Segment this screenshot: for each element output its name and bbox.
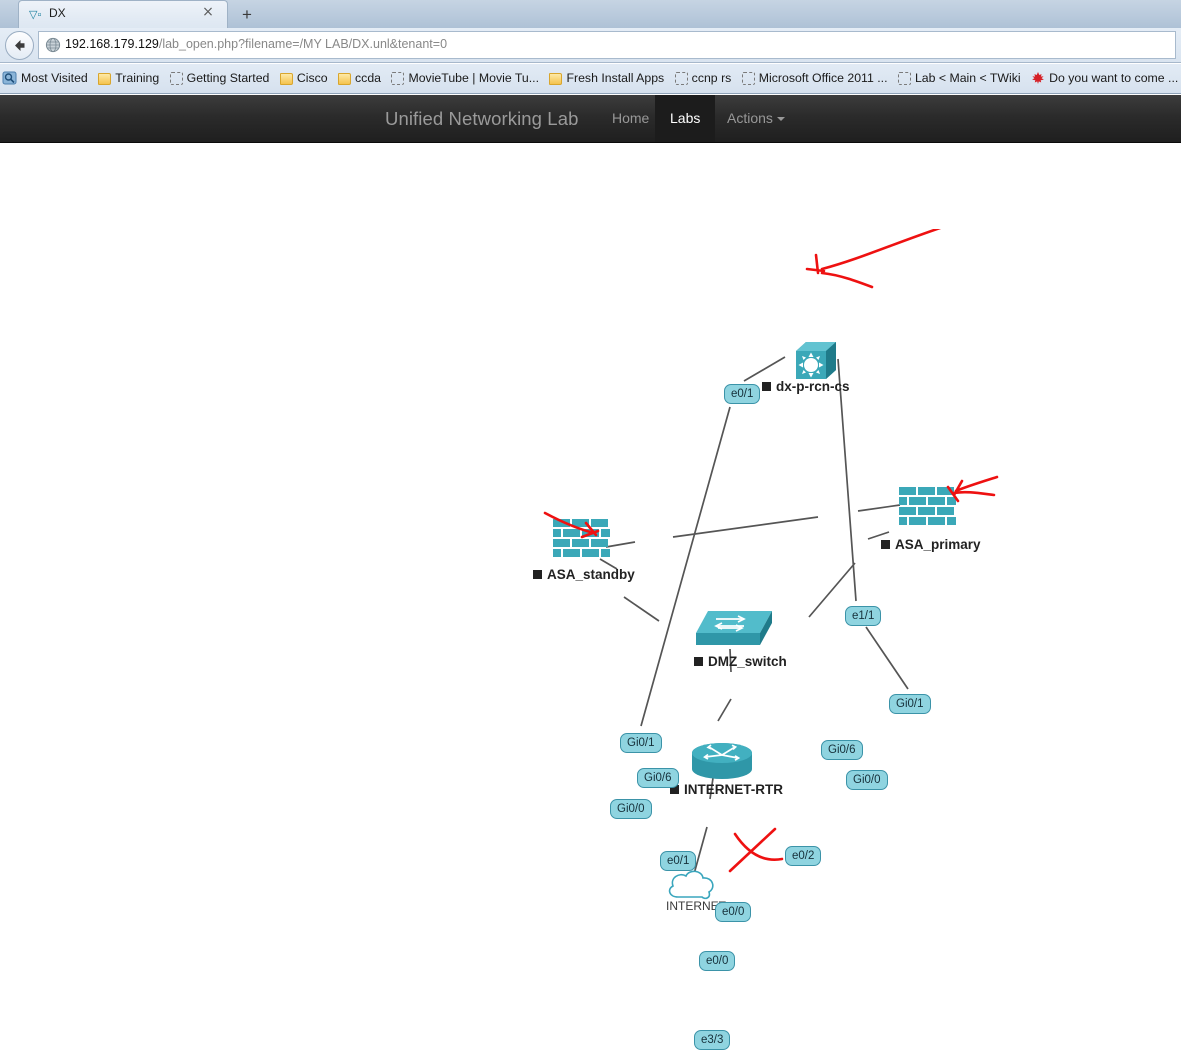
bookmark-label: Microsoft Office 2011 ... <box>758 71 888 85</box>
bookmarks-bar: Most Visited Training Getting Started Ci… <box>0 64 1181 94</box>
address-bar[interactable]: 192.168.179.129/lab_open.php?filename=/M… <box>38 31 1176 59</box>
maple-leaf-icon <box>1031 67 1045 84</box>
node-label-asa-primary: ASA_primary <box>881 537 981 552</box>
blank-page-icon <box>391 72 405 85</box>
node-asa-standby[interactable] <box>553 519 613 572</box>
interface-label[interactable]: e0/0 <box>699 951 736 971</box>
node-label-internet-rtr: INTERNET-RTR <box>670 782 783 797</box>
bookmark-movietube[interactable]: MovieTube | Movie Tu... <box>389 64 543 93</box>
close-icon[interactable]: × <box>201 5 215 19</box>
router-icon <box>692 743 752 779</box>
node-marker <box>881 540 890 549</box>
interface-label[interactable]: e0/2 <box>785 846 822 866</box>
blank-page-icon <box>674 72 688 85</box>
node-label-dmz-switch: DMZ_switch <box>694 654 787 669</box>
blank-page-icon <box>169 72 183 85</box>
switch-icon <box>696 611 772 645</box>
cloud-icon <box>668 870 714 900</box>
bookmark-most-visited[interactable]: Most Visited <box>0 64 92 93</box>
url-path: /lab_open.php?filename=/MY LAB/DX.unl&te… <box>158 37 448 51</box>
bookmark-training[interactable]: Training <box>96 64 163 93</box>
node-dmz-switch[interactable] <box>692 607 778 658</box>
topology-links <box>599 356 909 880</box>
firewall-icon <box>899 487 956 525</box>
interface-label[interactable]: Gi0/1 <box>620 733 662 753</box>
bookmark-cisco[interactable]: Cisco <box>278 64 332 93</box>
bookmark-label: Do you want to come ... <box>1049 71 1179 85</box>
firewall-icon <box>553 519 610 557</box>
bookmark-label: Most Visited <box>21 71 88 85</box>
bookmark-do-you-want-to-come[interactable]: Do you want to come ... <box>1029 64 1181 93</box>
browser-titlebar: ▽▫ DX × + <box>0 0 1181 28</box>
bookmark-lab-twiki[interactable]: Lab < Main < TWiki <box>896 64 1025 93</box>
interface-label[interactable]: Gi0/1 <box>889 694 931 714</box>
interface-label[interactable]: Gi0/6 <box>821 740 863 760</box>
url-host: 192.168.179.129 <box>65 37 159 51</box>
folder-icon <box>338 73 352 85</box>
globe-icon <box>45 37 61 53</box>
folder-icon <box>549 73 563 85</box>
topology-canvas[interactable]: dx-p-rcn-cs ASA_standby ASA_primary DMZ_… <box>0 229 1181 1050</box>
browser-tab[interactable]: ▽▫ DX × <box>18 0 228 28</box>
bookmark-label: Training <box>115 71 160 85</box>
bookmark-label: Lab < Main < TWiki <box>914 71 1021 85</box>
interface-label[interactable]: Gi0/6 <box>637 768 679 788</box>
node-marker <box>533 570 542 579</box>
nav-item-labs[interactable]: Labs <box>655 95 716 142</box>
bookmark-label: ccda <box>355 71 382 85</box>
bookmark-getting-started[interactable]: Getting Started <box>168 64 274 93</box>
bookmark-microsoft-office[interactable]: Microsoft Office 2011 ... <box>740 64 892 93</box>
interface-label[interactable]: Gi0/0 <box>846 770 888 790</box>
node-marker <box>762 382 771 391</box>
bookmark-label: ccnp rs <box>691 71 732 85</box>
interface-label[interactable]: Gi0/0 <box>610 799 652 819</box>
url-text: 192.168.179.129/lab_open.php?filename=/M… <box>65 37 447 51</box>
node-marker <box>694 657 703 666</box>
server-switch-icon <box>796 342 836 379</box>
node-label-dx-p-rcn-cs: dx-p-rcn-cs <box>762 379 850 394</box>
node-asa-primary[interactable] <box>899 487 959 540</box>
browser-chrome: ▽▫ DX × + 192.168.179.129/lab_open.php?f… <box>0 0 1181 95</box>
bookmark-ccnp-rs[interactable]: ccnp rs <box>673 64 736 93</box>
bookmark-ccda[interactable]: ccda <box>336 64 385 93</box>
interface-label[interactable]: e0/0 <box>715 902 752 922</box>
browser-tab-title: DX <box>49 6 66 20</box>
dx-favicon: ▽▫ <box>29 9 42 21</box>
browser-urlbar-row: 192.168.179.129/lab_open.php?filename=/M… <box>0 28 1181 63</box>
back-arrow-icon[interactable] <box>5 31 34 60</box>
bookmark-fresh-install-apps[interactable]: Fresh Install Apps <box>547 64 668 93</box>
chevron-down-icon <box>776 117 785 121</box>
bookmark-label: Getting Started <box>186 71 270 85</box>
bookmark-label: Cisco <box>296 71 328 85</box>
app-navbar: Unified Networking Lab Home Labs Actions <box>0 95 1181 143</box>
browser-tabstrip: ▽▫ DX × + <box>0 0 1181 28</box>
interface-label[interactable]: e3/3 <box>694 1030 731 1050</box>
blank-page-icon <box>741 72 755 85</box>
bookmark-label: Fresh Install Apps <box>566 71 665 85</box>
nav-item-actions[interactable]: Actions <box>712 95 800 142</box>
interface-label[interactable]: e1/1 <box>845 606 882 626</box>
node-label-asa-standby: ASA_standby <box>533 567 635 582</box>
blank-page-icon <box>897 72 911 85</box>
folder-icon <box>98 73 112 85</box>
interface-label[interactable]: e0/1 <box>724 384 761 404</box>
lab-tabstrip: Info Topology Objects Attachments <box>0 143 1181 370</box>
most-visited-icon <box>2 67 17 93</box>
folder-icon <box>279 73 293 85</box>
app-brand[interactable]: Unified Networking Lab <box>385 95 578 142</box>
interface-label[interactable]: e0/1 <box>660 851 697 871</box>
new-tab-button[interactable]: + <box>232 2 262 28</box>
nav-item-actions-label: Actions <box>727 110 773 126</box>
bookmark-label: MovieTube | Movie Tu... <box>408 71 540 85</box>
